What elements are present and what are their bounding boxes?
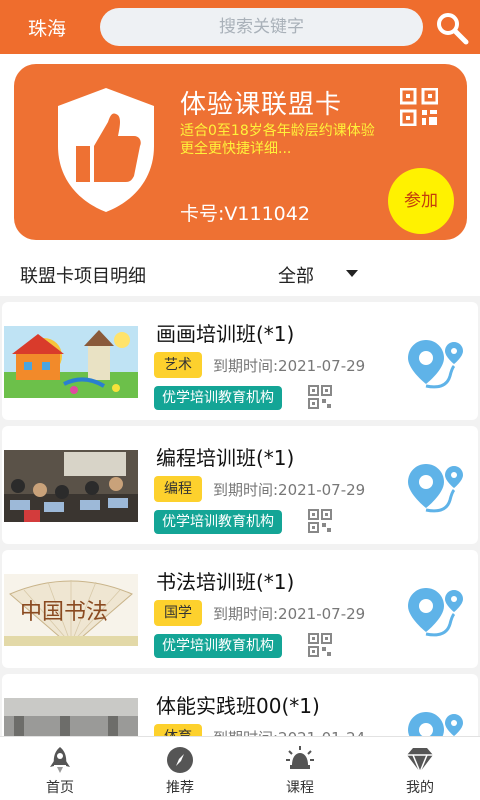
qr-code-icon[interactable] [308,385,332,409]
qr-code-icon[interactable] [308,633,332,657]
shield-thumbs-up-icon [58,88,154,212]
section-title: 联盟卡项目明细 [20,266,146,287]
location-pin-icon[interactable] [406,336,466,392]
card-section: 体验课联盟卡 适合0至18岁各年龄层约课体验更全更快捷详细... 卡号:V111… [0,54,480,252]
card-description: 适合0至18岁各年龄层约课体验更全更快捷详细... [180,123,375,157]
nav-label: 推荐 [166,780,194,796]
expiry-date: 到期时间:2021-07-29 [213,357,366,375]
painting-thumbnail [4,326,138,398]
item-title: 画画培训班(*1) [156,322,295,346]
caret-down-icon[interactable] [346,270,358,277]
filter-dropdown[interactable]: 全部 [278,262,314,288]
nav-label: 首页 [46,780,74,796]
diamond-icon [407,748,433,774]
join-button[interactable]: 参加 [388,168,454,234]
item-title: 编程培训班(*1) [156,446,295,470]
nav-item-mine[interactable]: 我的 [375,737,465,800]
org-badge[interactable]: 优学培训教育机构 [154,634,282,658]
card-number: 卡号:V111042 [180,203,310,225]
org-badge[interactable]: 优学培训教育机构 [154,386,282,410]
bottom-nav: 首页 推荐 课程 我的 [0,736,480,800]
nav-label: 课程 [286,780,314,796]
nav-item-recommend[interactable]: 推荐 [135,737,225,800]
location-pin-icon[interactable] [406,584,466,640]
item-title: 书法培训班(*1) [156,570,295,594]
alliance-card[interactable]: 体验课联盟卡 适合0至18岁各年龄层约课体验更全更快捷详细... 卡号:V111… [14,64,467,240]
section-header: 联盟卡项目明细 全部 [0,252,480,296]
expiry-date: 到期时间:2021-07-29 [213,605,366,623]
list-item[interactable]: 画画培训班(*1) 艺术 到期时间:2021-07-29 优学培训教育机构 [2,302,478,420]
list-item[interactable]: 中国书法 书法培训班(*1) 国学 到期时间:2021-07-29 优学培训教育… [2,550,478,668]
category-tag: 国学 [154,600,202,626]
org-badge[interactable]: 优学培训教育机构 [154,510,282,534]
calligraphy-title: 中国书法 [20,600,109,625]
category-tag: 编程 [154,476,202,502]
rocket-icon [50,747,70,773]
search-input[interactable]: 搜索关键字 [100,8,423,46]
card-title: 体验课联盟卡 [180,90,343,120]
list-item[interactable]: 编程培训班(*1) 编程 到期时间:2021-07-29 优学培训教育机构 [2,426,478,544]
nav-item-courses[interactable]: 课程 [255,737,345,800]
app-header: 珠海 搜索关键字 [0,0,480,54]
nav-label: 我的 [406,780,434,796]
qr-code-icon[interactable] [400,88,438,126]
compass-icon [167,747,193,773]
expiry-date: 到期时间:2021-07-29 [213,481,366,499]
qr-code-icon[interactable] [308,509,332,533]
coding-class-thumbnail [4,450,138,522]
city-selector[interactable]: 珠海 [28,14,66,41]
nav-item-home[interactable]: 首页 [15,737,105,800]
location-pin-icon[interactable] [406,460,466,516]
item-title: 体能实践班00(*1) [156,694,320,718]
search-icon[interactable] [434,10,470,46]
category-tag: 艺术 [154,352,202,378]
lamp-icon [286,746,314,769]
